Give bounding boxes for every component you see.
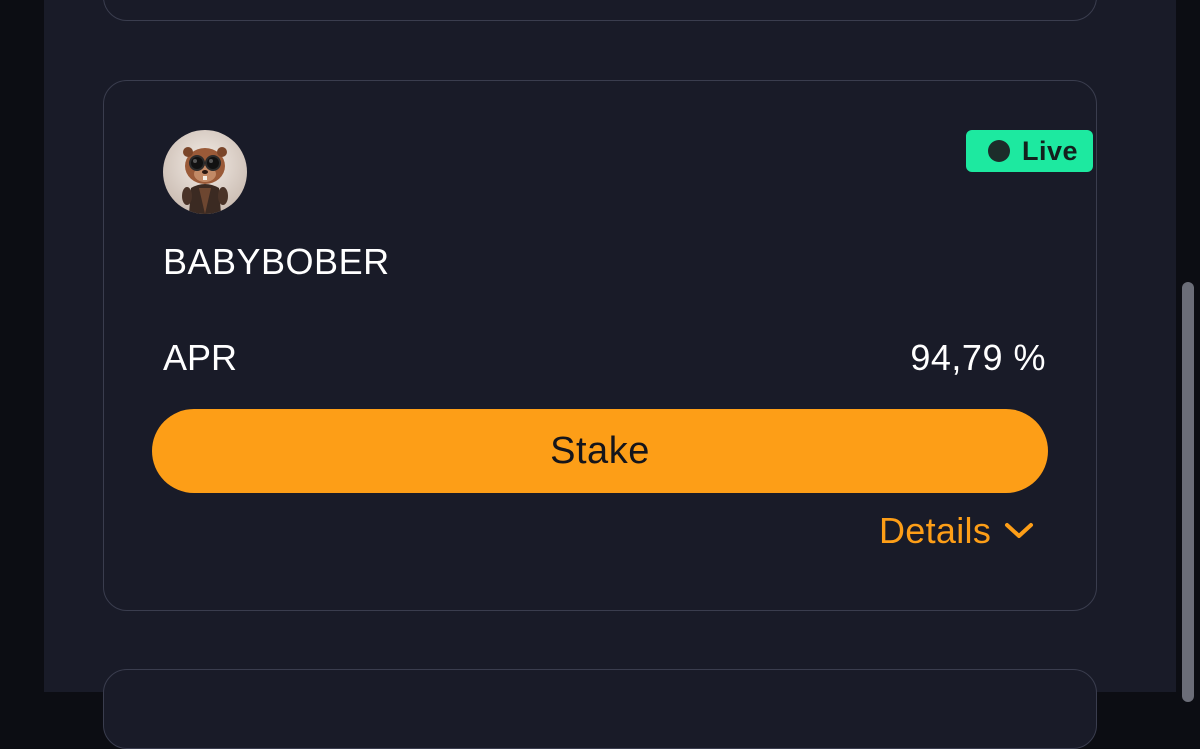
stake-button[interactable]: Stake [152,409,1048,493]
apr-label: APR [163,337,238,378]
token-name: BABYBOBER [163,241,390,282]
chevron-down-icon [1005,523,1034,538]
apr-value: 94,79 % [910,337,1046,378]
beaver-avatar-icon [163,130,247,214]
details-label: Details [879,510,992,551]
status-label: Live [1022,135,1079,166]
token-avatar [163,130,247,214]
live-status-badge: Live [966,130,1093,172]
pool-card-next [103,669,1097,749]
scrollbar-thumb[interactable] [1182,282,1194,702]
status-dot-icon [988,140,1010,162]
details-toggle[interactable]: Details [879,508,1035,554]
stake-button-label: Stake [550,429,650,472]
pool-card-previous [103,0,1097,21]
viewport: Live BABYBOBER APR 94,79 % Stake Details [0,0,1200,749]
